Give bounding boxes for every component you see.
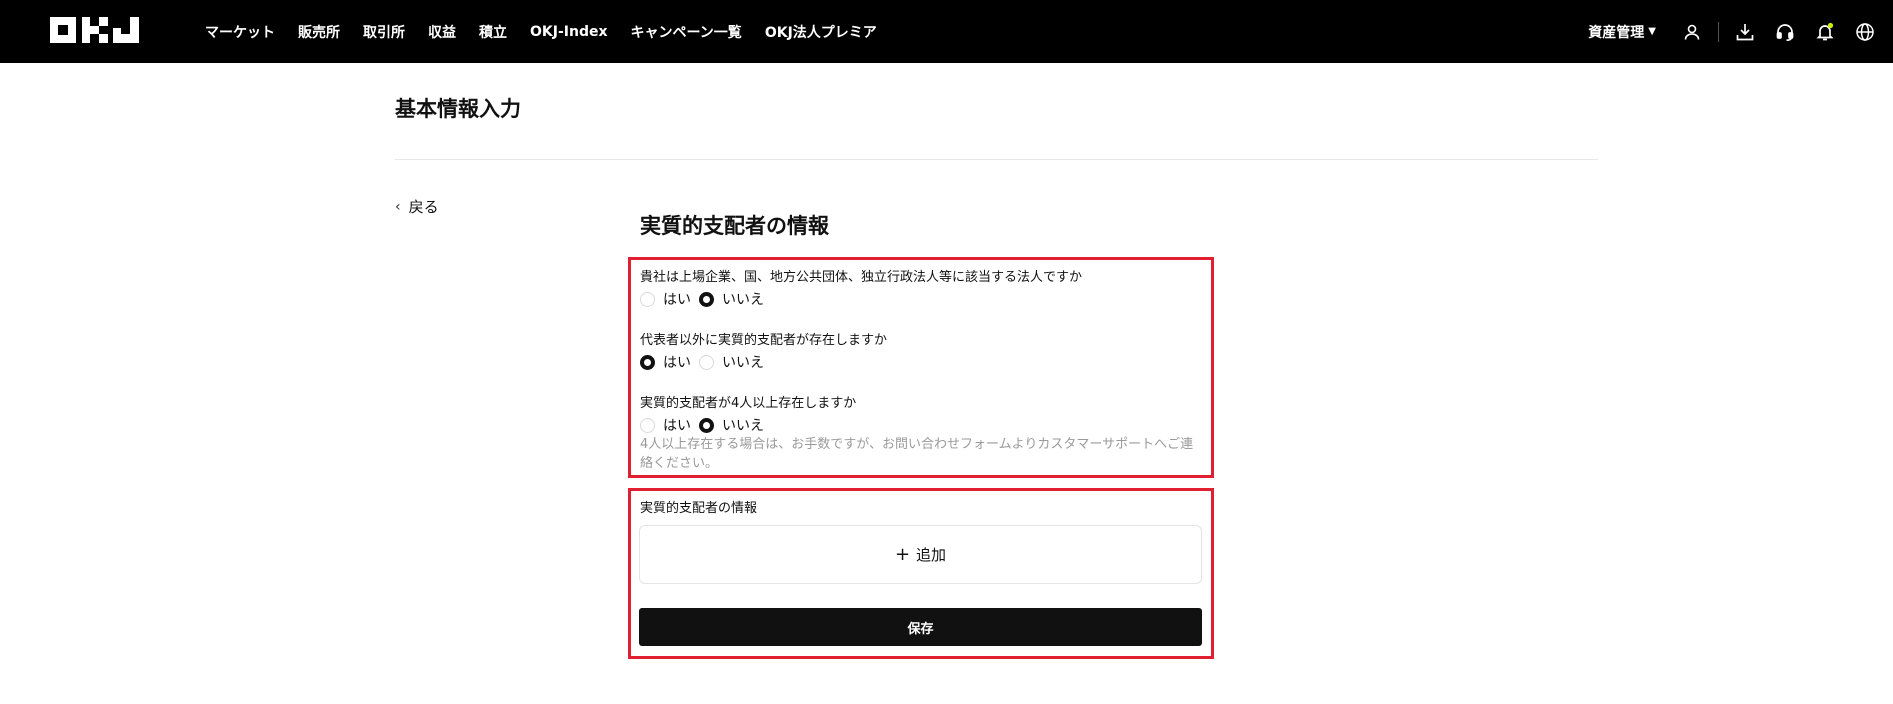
radio-dot-checked xyxy=(699,291,714,307)
globe-icon[interactable] xyxy=(1845,12,1885,52)
chevron-left-icon: ‹ xyxy=(395,198,401,215)
radio-listed-no[interactable]: いいえ xyxy=(699,289,764,309)
add-owner-button[interactable]: + 追加 xyxy=(639,525,1202,584)
radio-four-or-more-no[interactable]: いいえ xyxy=(699,415,764,435)
radio-group-listed-entity: はい いいえ xyxy=(640,289,772,309)
help-note: 4人以上存在する場合は、お手数ですが、お問い合わせフォームよりカスタマーサポート… xyxy=(640,437,1194,471)
radio-other-owners-yes[interactable]: はい xyxy=(640,352,691,372)
question-four-or-more: 実質的支配者が4人以上存在しますか xyxy=(640,396,857,411)
bell-icon[interactable] xyxy=(1805,12,1845,52)
nav-item-recurring[interactable]: 積立 xyxy=(479,22,507,42)
headset-icon[interactable] xyxy=(1765,12,1805,52)
nav-item-exchange[interactable]: 取引所 xyxy=(363,22,405,42)
radio-dot-unchecked xyxy=(699,354,714,370)
plus-icon: + xyxy=(894,544,911,565)
back-link[interactable]: ‹ 戻る xyxy=(395,196,439,217)
download-icon[interactable] xyxy=(1725,12,1765,52)
asset-management-menu[interactable]: 資産管理 ▼ xyxy=(1588,22,1656,42)
radio-dot-checked xyxy=(699,417,714,433)
radio-dot-unchecked xyxy=(640,417,655,433)
page-title: 基本情報入力 xyxy=(395,97,521,121)
nav-separator xyxy=(1718,21,1719,42)
radio-dot-unchecked xyxy=(640,291,655,307)
top-nav-bar: マーケット 販売所 取引所 収益 積立 OKJ-Index キャンペーン一覧 O… xyxy=(0,0,1893,63)
radio-other-owners-no[interactable]: いいえ xyxy=(699,352,764,372)
nav-item-dealer[interactable]: 販売所 xyxy=(298,22,340,42)
question-listed-entity: 貴社は上場企業、国、地方公共団体、独立行政法人等に該当する法人ですか xyxy=(640,270,1083,285)
nav-item-campaigns[interactable]: キャンペーン一覧 xyxy=(631,22,742,42)
radio-group-four-or-more: はい いいえ xyxy=(640,415,772,435)
owners-section-label: 実質的支配者の情報 xyxy=(640,501,758,516)
question-other-owners: 代表者以外に実質的支配者が存在しますか xyxy=(640,333,888,348)
caret-down-icon: ▼ xyxy=(1648,26,1656,37)
radio-dot-checked xyxy=(640,354,655,370)
nav-item-market[interactable]: マーケット xyxy=(205,22,275,42)
back-label: 戻る xyxy=(408,198,439,216)
radio-four-or-more-yes[interactable]: はい xyxy=(640,415,691,435)
section-title: 実質的支配者の情報 xyxy=(640,214,829,238)
asset-management-label: 資産管理 xyxy=(1588,24,1645,41)
radio-group-other-owners: はい いいえ xyxy=(640,352,772,372)
radio-listed-yes[interactable]: はい xyxy=(640,289,691,309)
nav-right-group: 資産管理 ▼ xyxy=(1588,0,1893,63)
save-button[interactable]: 保存 xyxy=(639,608,1202,646)
user-icon[interactable] xyxy=(1672,12,1712,52)
nav-item-earn[interactable]: 収益 xyxy=(428,22,456,42)
main-nav: マーケット 販売所 取引所 収益 積立 OKJ-Index キャンペーン一覧 O… xyxy=(205,0,900,63)
page-divider xyxy=(395,159,1598,160)
nav-item-corporate-premier[interactable]: OKJ法人プレミア xyxy=(765,22,877,42)
nav-item-okj-index[interactable]: OKJ-Index xyxy=(530,24,608,40)
add-owner-label: 追加 xyxy=(916,546,947,564)
okj-logo[interactable] xyxy=(50,17,142,43)
